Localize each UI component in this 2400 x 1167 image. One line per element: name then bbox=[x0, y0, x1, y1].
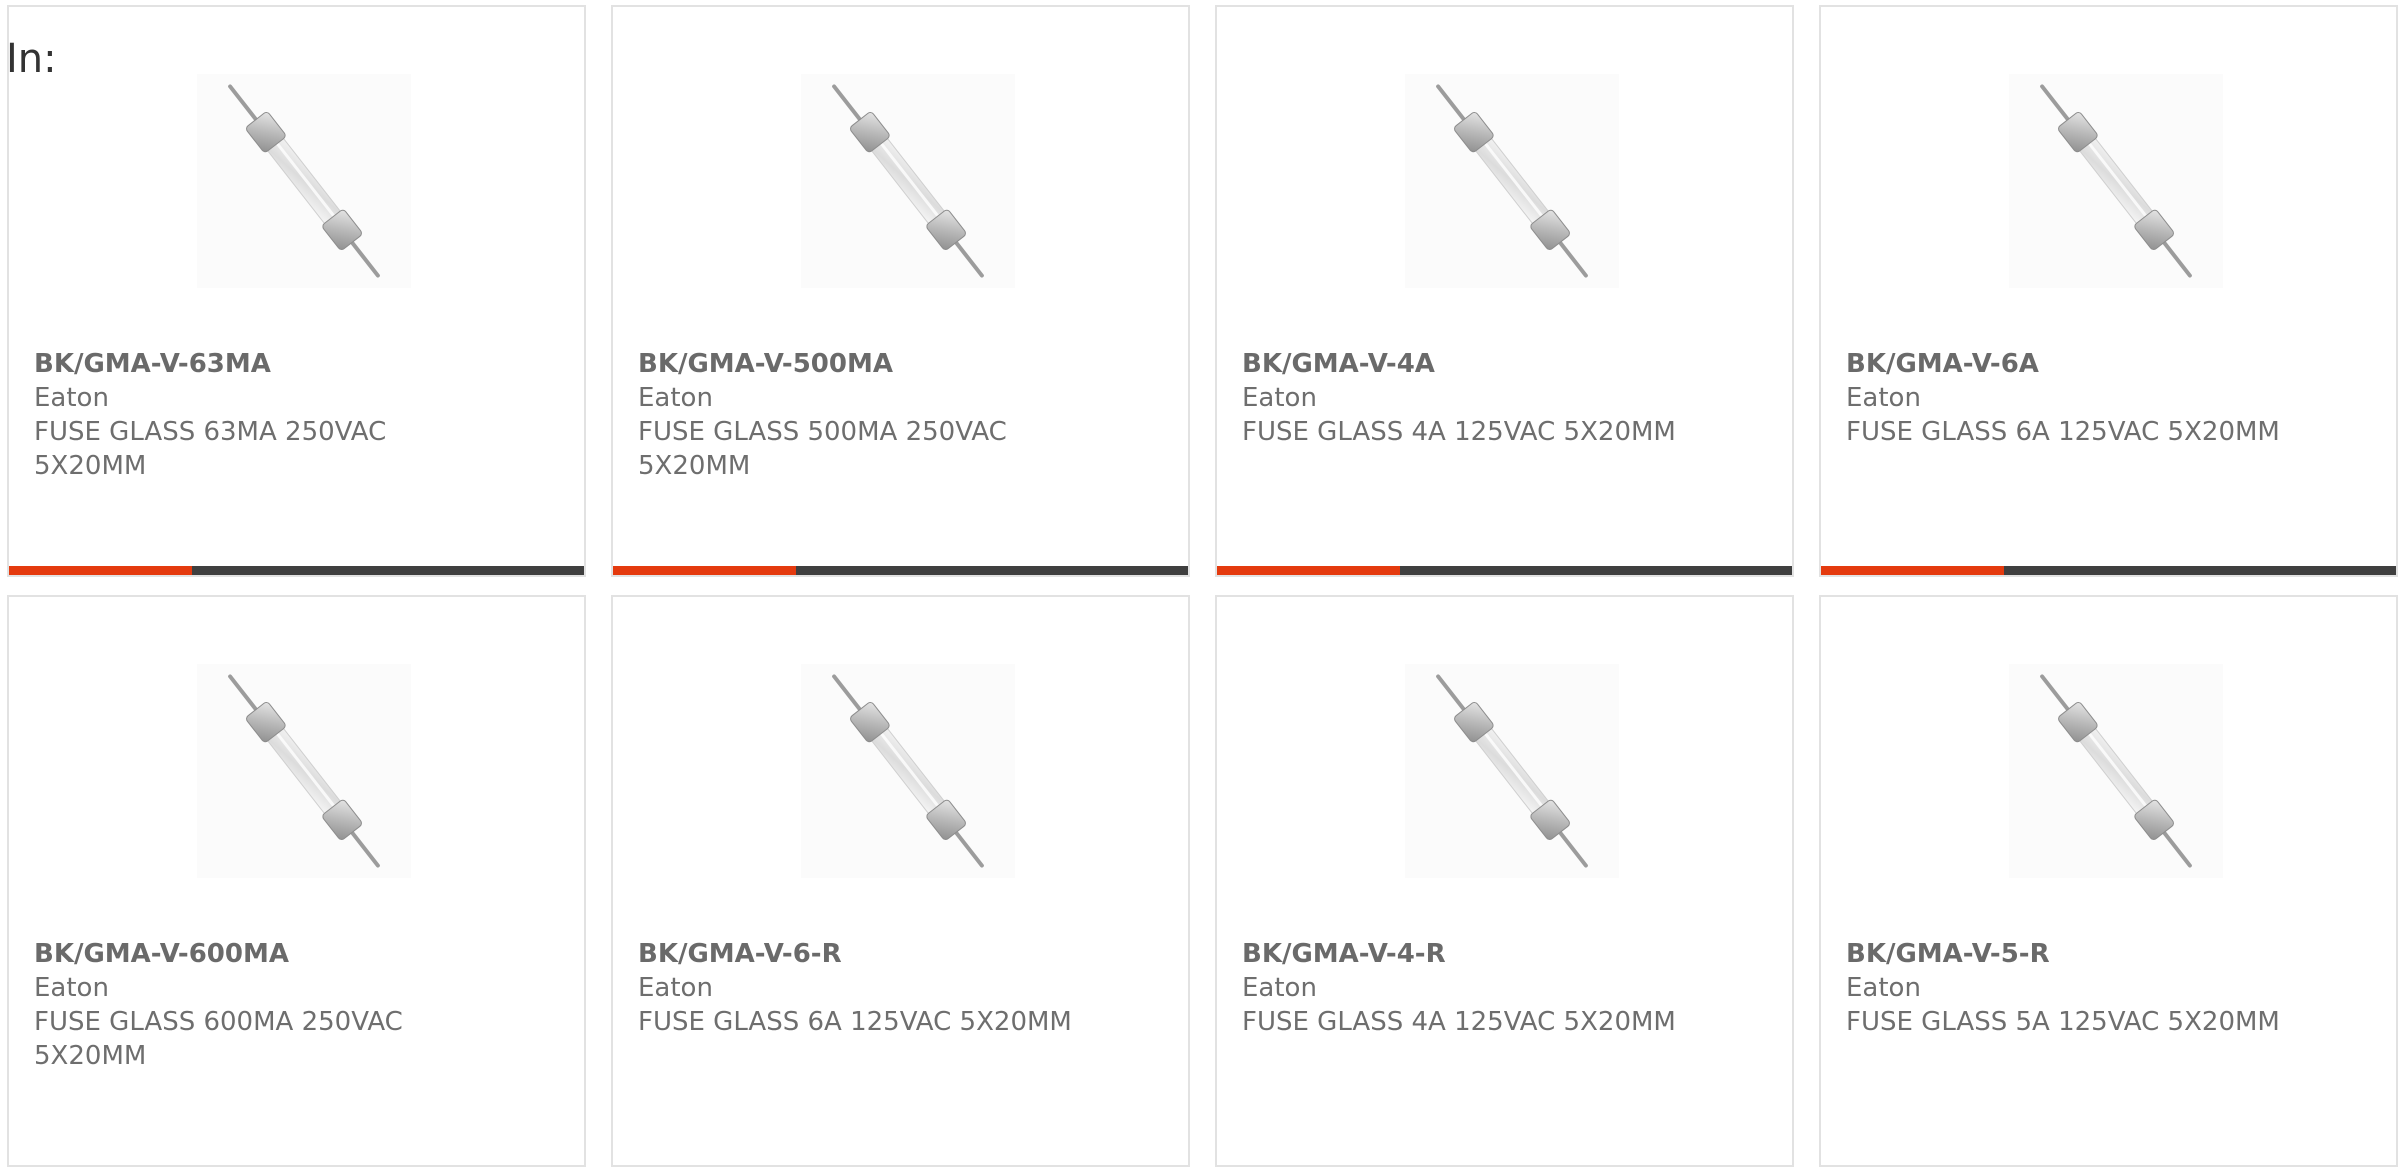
product-card[interactable]: BK/GMA-V-5-R Eaton FUSE GLASS 5A 125VAC … bbox=[1819, 595, 2398, 1167]
progress-bar-accent bbox=[1217, 566, 1400, 575]
product-info: BK/GMA-V-500MA Eaton FUSE GLASS 500MA 25… bbox=[638, 347, 1078, 483]
product-image[interactable] bbox=[2009, 664, 2223, 878]
part-number[interactable]: BK/GMA-V-500MA bbox=[638, 347, 1078, 381]
product-info: BK/GMA-V-4A Eaton FUSE GLASS 4A 125VAC 5… bbox=[1242, 347, 1682, 449]
manufacturer: Eaton bbox=[638, 973, 713, 1003]
part-number[interactable]: BK/GMA-V-6-R bbox=[638, 937, 1078, 971]
progress-bar bbox=[1217, 566, 1792, 575]
progress-bar-accent bbox=[9, 566, 192, 575]
glass-fuse-icon bbox=[228, 84, 380, 278]
glass-fuse-icon bbox=[2040, 674, 2192, 868]
progress-bar bbox=[9, 566, 584, 575]
manufacturer: Eaton bbox=[34, 973, 109, 1003]
progress-bar-accent bbox=[613, 566, 796, 575]
product-card[interactable]: BK/GMA-V-600MA Eaton FUSE GLASS 600MA 25… bbox=[7, 595, 586, 1167]
product-info: BK/GMA-V-6A Eaton FUSE GLASS 6A 125VAC 5… bbox=[1846, 347, 2286, 449]
product-image[interactable] bbox=[801, 664, 1015, 878]
progress-bar-accent bbox=[1821, 566, 2004, 575]
description: FUSE GLASS 600MA 250VAC 5X20MM bbox=[34, 1007, 403, 1071]
description: FUSE GLASS 63MA 250VAC 5X20MM bbox=[34, 417, 387, 481]
manufacturer: Eaton bbox=[1242, 383, 1317, 413]
manufacturer: Eaton bbox=[1242, 973, 1317, 1003]
part-number[interactable]: BK/GMA-V-4A bbox=[1242, 347, 1682, 381]
description: FUSE GLASS 500MA 250VAC 5X20MM bbox=[638, 417, 1007, 481]
glass-fuse-icon bbox=[832, 84, 984, 278]
product-card[interactable]: BK/GMA-V-4-R Eaton FUSE GLASS 4A 125VAC … bbox=[1215, 595, 1794, 1167]
part-number[interactable]: BK/GMA-V-63MA bbox=[34, 347, 474, 381]
part-number[interactable]: BK/GMA-V-600MA bbox=[34, 937, 474, 971]
product-image[interactable] bbox=[1405, 664, 1619, 878]
progress-bar bbox=[613, 566, 1188, 575]
product-card[interactable]: BK/GMA-V-6-R Eaton FUSE GLASS 6A 125VAC … bbox=[611, 595, 1190, 1167]
description: FUSE GLASS 4A 125VAC 5X20MM bbox=[1242, 1007, 1676, 1037]
glass-fuse-icon bbox=[1436, 84, 1588, 278]
product-card[interactable]: BK/GMA-V-63MA Eaton FUSE GLASS 63MA 250V… bbox=[7, 5, 586, 577]
page-label: In: bbox=[6, 36, 57, 82]
product-card[interactable]: BK/GMA-V-500MA Eaton FUSE GLASS 500MA 25… bbox=[611, 5, 1190, 577]
manufacturer: Eaton bbox=[34, 383, 109, 413]
part-number[interactable]: BK/GMA-V-4-R bbox=[1242, 937, 1682, 971]
part-number[interactable]: BK/GMA-V-5-R bbox=[1846, 937, 2286, 971]
manufacturer: Eaton bbox=[1846, 383, 1921, 413]
product-info: BK/GMA-V-5-R Eaton FUSE GLASS 5A 125VAC … bbox=[1846, 937, 2286, 1039]
glass-fuse-icon bbox=[2040, 84, 2192, 278]
product-info: BK/GMA-V-6-R Eaton FUSE GLASS 6A 125VAC … bbox=[638, 937, 1078, 1039]
product-grid: BK/GMA-V-63MA Eaton FUSE GLASS 63MA 250V… bbox=[7, 5, 2398, 1167]
description: FUSE GLASS 5A 125VAC 5X20MM bbox=[1846, 1007, 2280, 1037]
manufacturer: Eaton bbox=[1846, 973, 1921, 1003]
product-image[interactable] bbox=[801, 74, 1015, 288]
part-number[interactable]: BK/GMA-V-6A bbox=[1846, 347, 2286, 381]
glass-fuse-icon bbox=[228, 674, 380, 868]
product-info: BK/GMA-V-600MA Eaton FUSE GLASS 600MA 25… bbox=[34, 937, 474, 1073]
product-image[interactable] bbox=[1405, 74, 1619, 288]
product-image[interactable] bbox=[197, 664, 411, 878]
product-info: BK/GMA-V-63MA Eaton FUSE GLASS 63MA 250V… bbox=[34, 347, 474, 483]
progress-bar bbox=[1821, 566, 2396, 575]
glass-fuse-icon bbox=[1436, 674, 1588, 868]
product-info: BK/GMA-V-4-R Eaton FUSE GLASS 4A 125VAC … bbox=[1242, 937, 1682, 1039]
description: FUSE GLASS 6A 125VAC 5X20MM bbox=[638, 1007, 1072, 1037]
product-image[interactable] bbox=[197, 74, 411, 288]
description: FUSE GLASS 6A 125VAC 5X20MM bbox=[1846, 417, 2280, 447]
product-image[interactable] bbox=[2009, 74, 2223, 288]
glass-fuse-icon bbox=[832, 674, 984, 868]
product-card[interactable]: BK/GMA-V-4A Eaton FUSE GLASS 4A 125VAC 5… bbox=[1215, 5, 1794, 577]
manufacturer: Eaton bbox=[638, 383, 713, 413]
product-card[interactable]: BK/GMA-V-6A Eaton FUSE GLASS 6A 125VAC 5… bbox=[1819, 5, 2398, 577]
description: FUSE GLASS 4A 125VAC 5X20MM bbox=[1242, 417, 1676, 447]
